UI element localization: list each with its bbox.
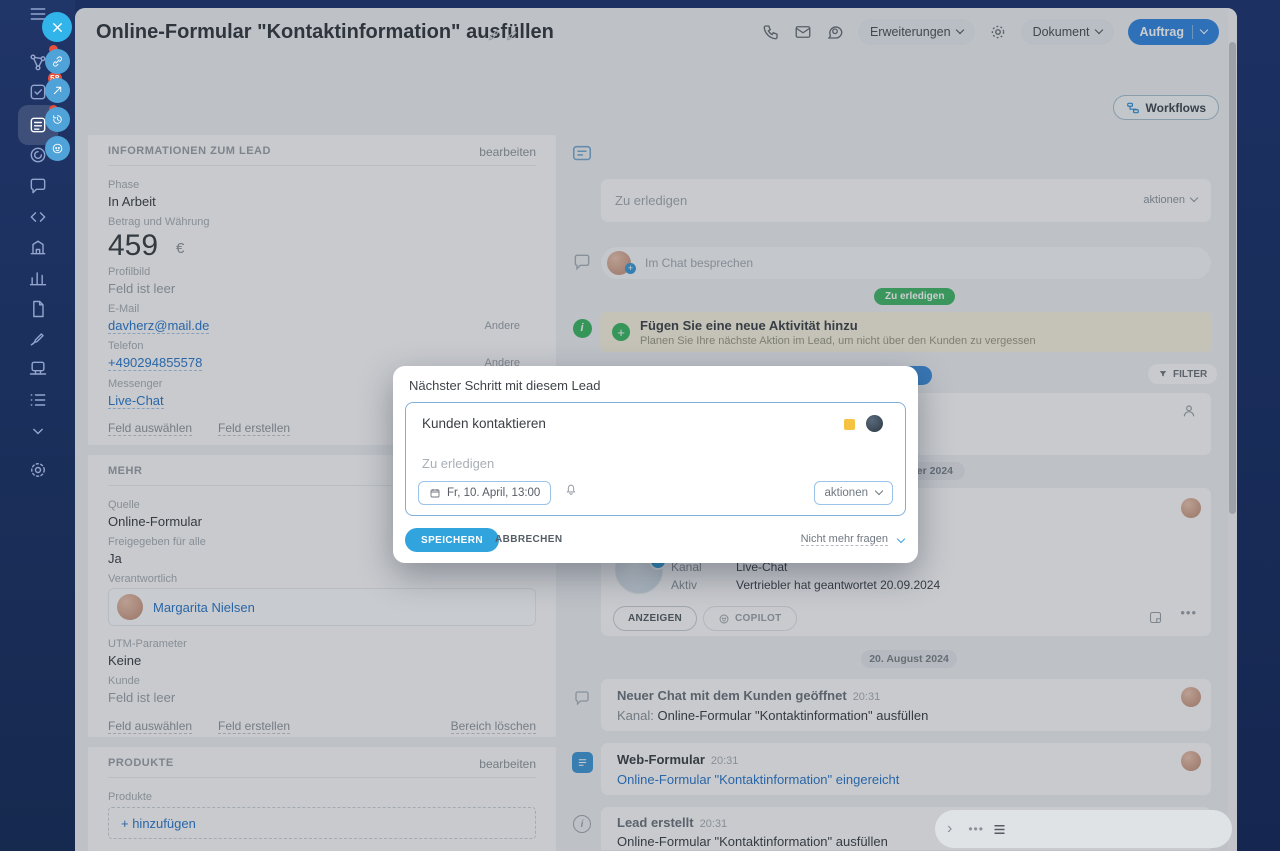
assignee-avatar[interactable] bbox=[866, 415, 883, 432]
cancel-button[interactable]: ABBRECHEN bbox=[495, 534, 563, 545]
dismiss-link[interactable]: Nicht mehr fragen bbox=[801, 533, 888, 546]
sidebar-item-documents[interactable] bbox=[18, 292, 58, 326]
more-dots-icon[interactable]: ••• bbox=[968, 822, 984, 836]
expand-chevron-icon[interactable]: › bbox=[947, 820, 952, 838]
sidebar-item-analytics[interactable] bbox=[18, 261, 58, 295]
chevron-down-icon[interactable] bbox=[18, 414, 58, 448]
open-in-new-button[interactable] bbox=[45, 78, 70, 103]
history-button[interactable] bbox=[45, 107, 70, 132]
task-title-input[interactable]: Kunden kontaktieren bbox=[422, 416, 546, 431]
sidebar-item-chat[interactable] bbox=[18, 169, 58, 203]
settings-icon[interactable] bbox=[18, 453, 58, 487]
modal-title: Nächster Schritt mit diesem Lead bbox=[409, 378, 600, 393]
copy-link-button[interactable] bbox=[45, 49, 70, 74]
save-button[interactable]: SPEICHERN bbox=[405, 528, 499, 552]
sidebar-item-list[interactable] bbox=[18, 383, 58, 417]
next-step-modal: Nächster Schritt mit diesem Lead Kunden … bbox=[393, 366, 918, 563]
sidebar-item-sign[interactable] bbox=[18, 322, 58, 356]
crm-lead-window: 58 Online-Formular "Kontaktinformation" … bbox=[0, 0, 1280, 851]
copilot-float-button[interactable] bbox=[45, 136, 70, 161]
sidebar-item-code[interactable] bbox=[18, 200, 58, 234]
task-description-placeholder: Zu erledigen bbox=[422, 456, 494, 471]
datetime-picker[interactable]: Fr, 10. April, 13:00 bbox=[418, 481, 551, 505]
recent-items-bar: › ••• bbox=[935, 810, 1232, 848]
sidebar-item-devices[interactable] bbox=[18, 352, 58, 386]
list-menu-icon[interactable] bbox=[992, 822, 1007, 837]
sidebar-item-company[interactable] bbox=[18, 230, 58, 264]
color-tag-icon[interactable] bbox=[844, 419, 855, 430]
bell-icon[interactable] bbox=[564, 482, 578, 501]
modal-aktionen-dropdown[interactable]: aktionen bbox=[814, 481, 893, 505]
task-edit-box[interactable]: Kunden kontaktieren Zu erledigen Fr, 10.… bbox=[405, 402, 906, 516]
lead-slider-panel: Online-Formular "Kontaktinformation" aus… bbox=[75, 8, 1237, 851]
close-slider-button[interactable] bbox=[42, 12, 72, 42]
